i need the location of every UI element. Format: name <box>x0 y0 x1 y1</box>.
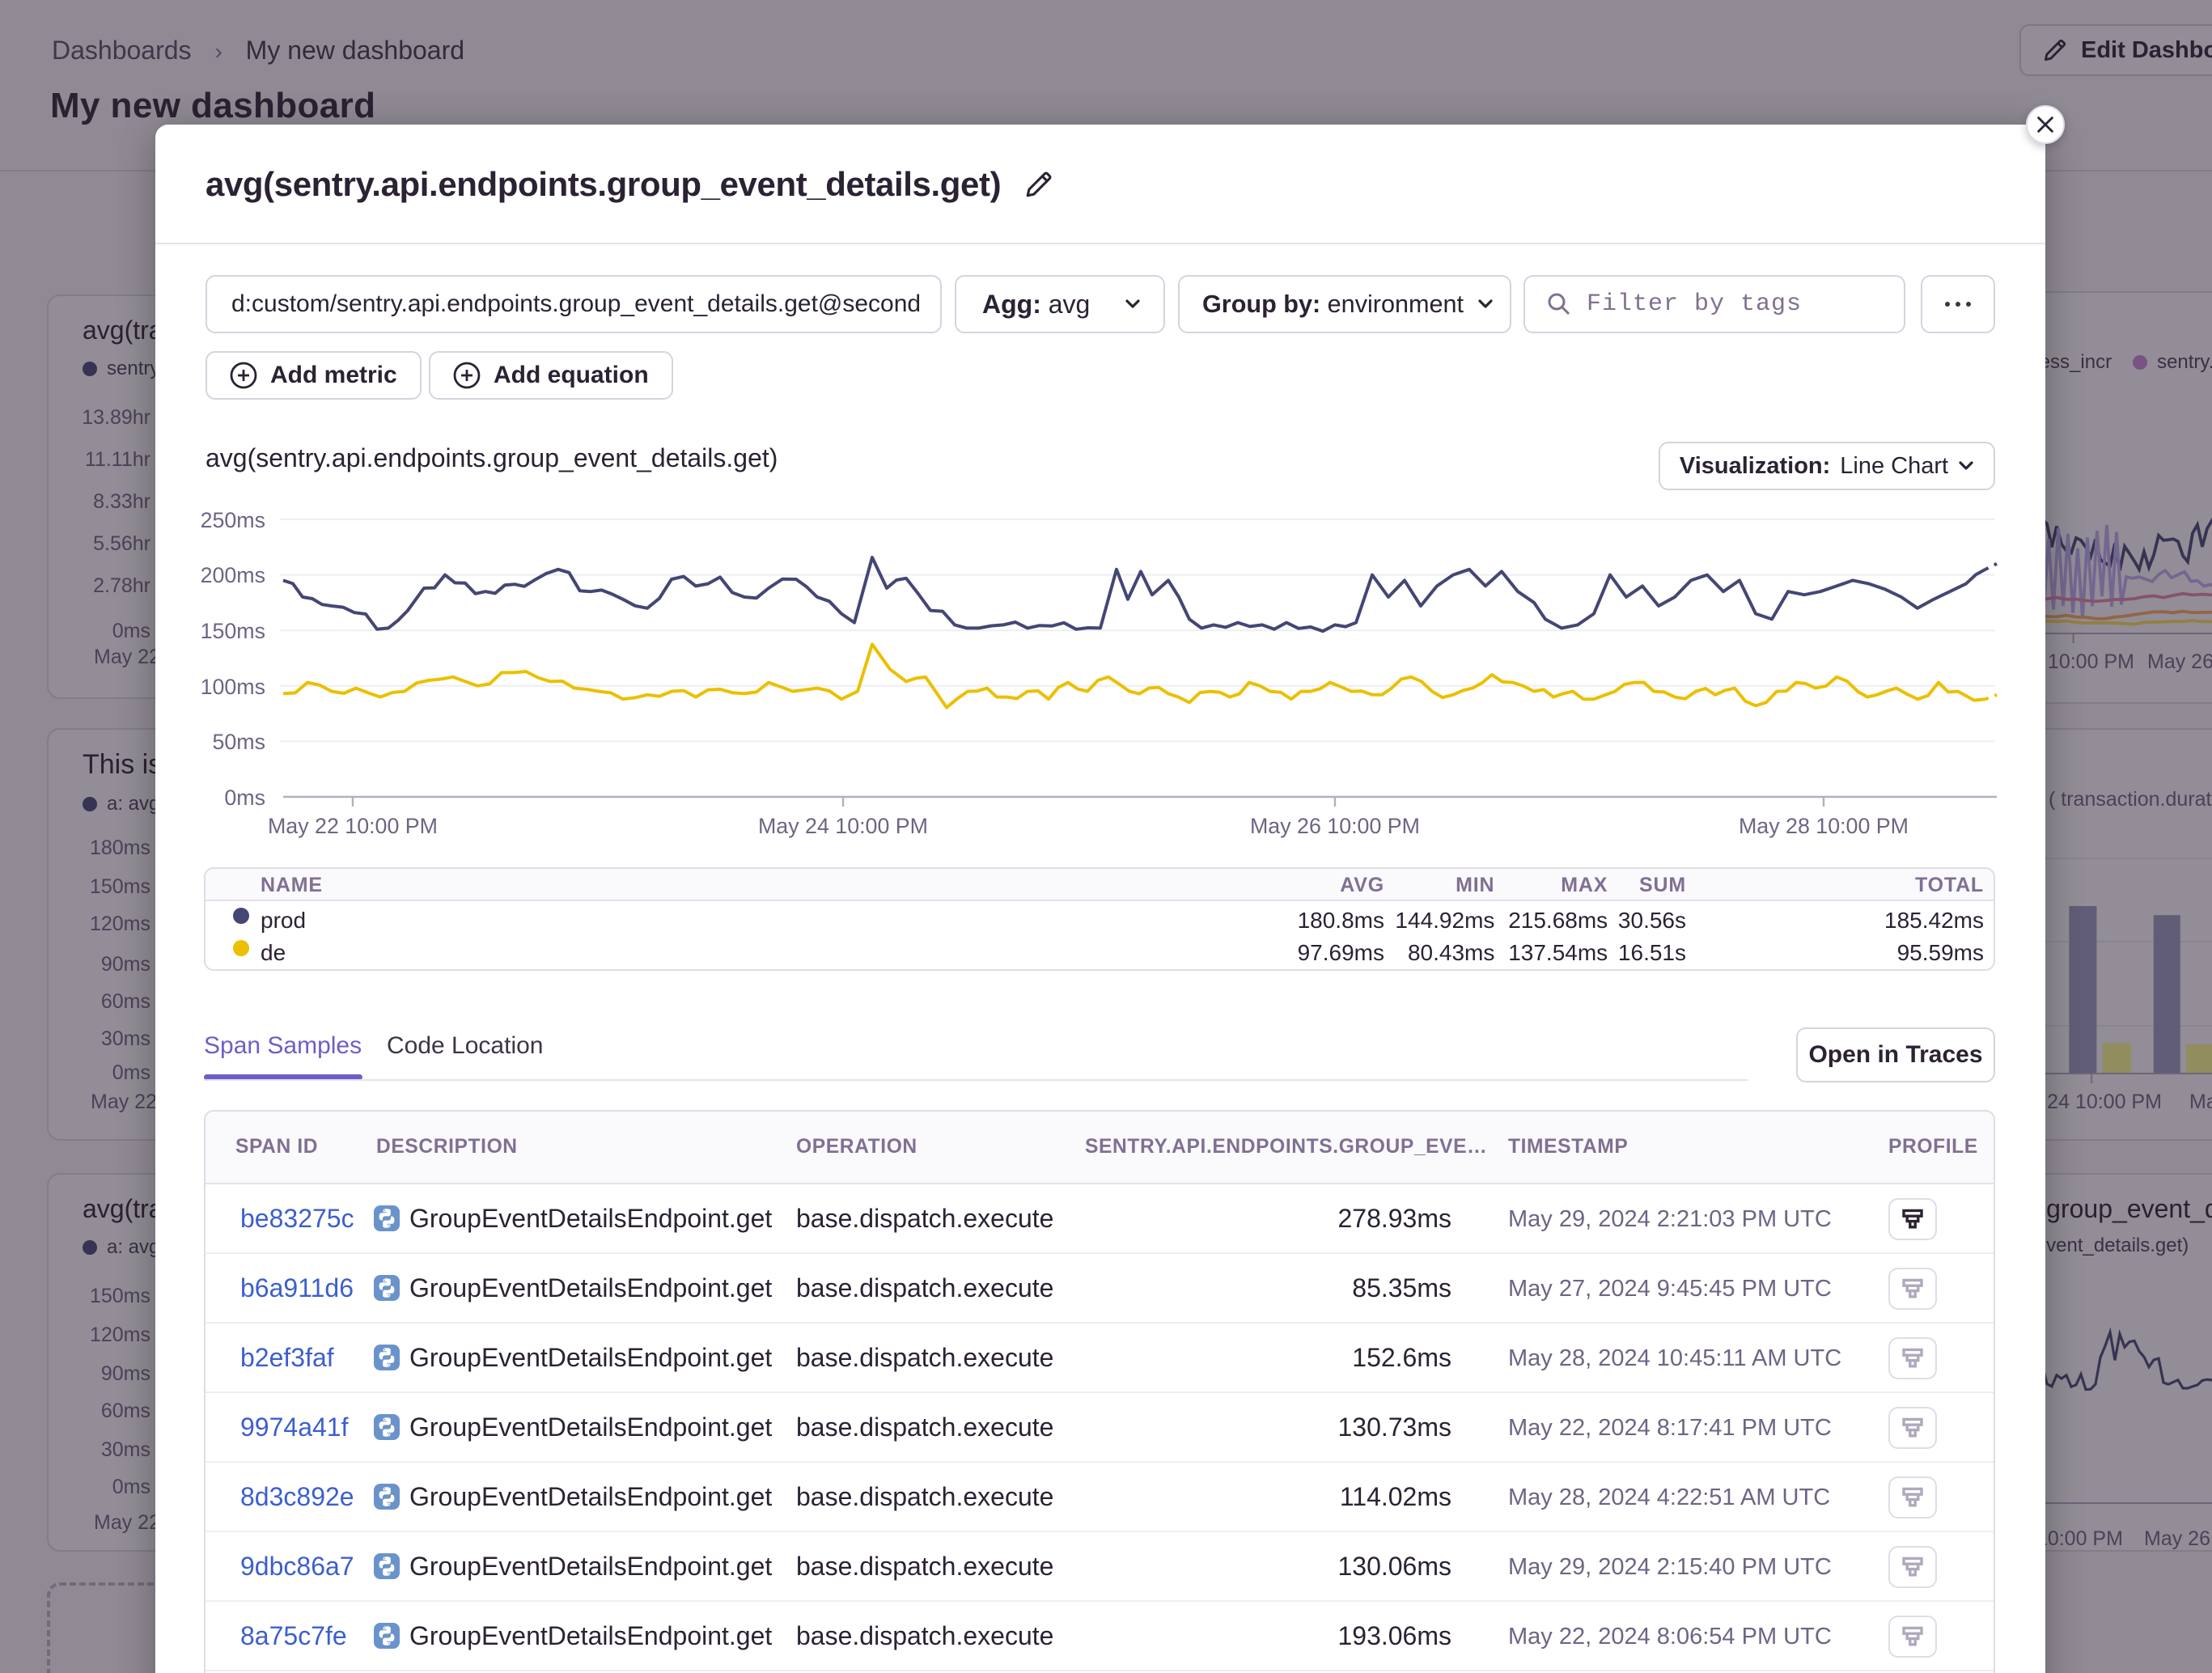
svg-text:May 24 10:00 PM: May 24 10:00 PM <box>758 814 928 838</box>
svg-text:0ms: 0ms <box>224 786 265 810</box>
svg-text:100ms: 100ms <box>201 675 265 699</box>
svg-text:150ms: 150ms <box>201 619 265 643</box>
svg-text:May 22 10:00 PM: May 22 10:00 PM <box>268 814 438 838</box>
svg-text:50ms: 50ms <box>212 730 265 754</box>
svg-text:250ms: 250ms <box>201 508 265 532</box>
svg-text:200ms: 200ms <box>201 563 265 587</box>
svg-text:May 28 10:00 PM: May 28 10:00 PM <box>1739 814 1909 838</box>
svg-text:May 26 10:00 PM: May 26 10:00 PM <box>1250 814 1420 838</box>
